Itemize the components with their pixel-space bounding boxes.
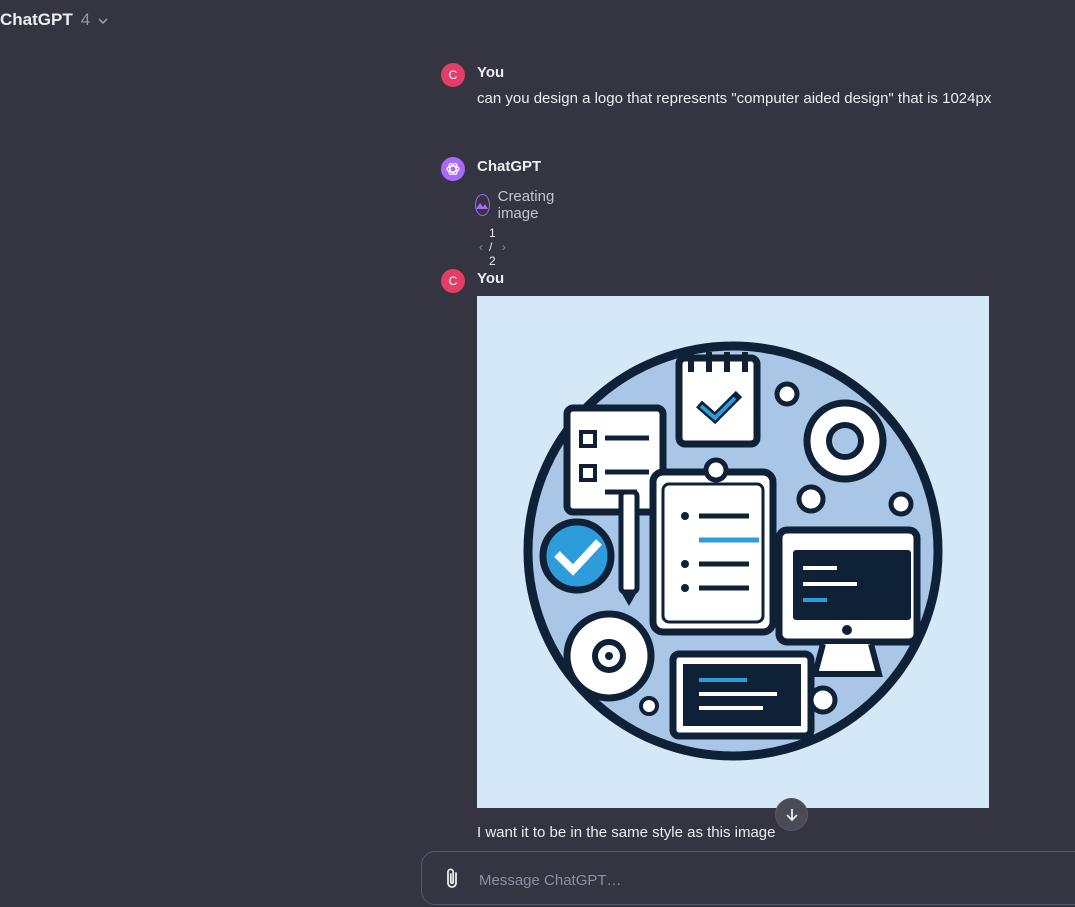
cad-logo-image	[477, 296, 989, 808]
message-text: I want it to be in the same style as thi…	[477, 824, 776, 841]
message-author: ChatGPT	[477, 158, 542, 175]
arrow-down-icon	[785, 808, 798, 821]
image-icon	[475, 194, 490, 216]
message-input[interactable]	[477, 866, 1041, 894]
model-version: 4	[80, 10, 91, 29]
chatgpt-avatar	[441, 157, 465, 181]
status-label: Creating image	[497, 188, 555, 222]
model-switcher[interactable]: ChatGPT 4	[0, 10, 109, 30]
model-name: ChatGPT	[0, 10, 73, 29]
message-composer	[421, 851, 1075, 905]
message-text: can you design a logo that represents "c…	[477, 90, 992, 107]
user-avatar: C	[441, 63, 465, 87]
paperclip-icon[interactable]	[440, 867, 464, 891]
image-generation-status: Creating image	[475, 188, 562, 222]
chevron-right-icon[interactable]: ›	[502, 240, 506, 254]
chevron-down-icon	[98, 18, 108, 25]
chevron-left-icon[interactable]: ‹	[479, 240, 483, 254]
user-avatar: C	[441, 269, 465, 293]
pager-count: 1 / 2	[489, 226, 496, 268]
message-author: You	[477, 64, 505, 81]
message-author: You	[477, 270, 505, 287]
attached-image[interactable]	[477, 296, 989, 808]
openai-logo-icon	[446, 162, 460, 176]
response-pager: ‹ 1 / 2 ›	[479, 226, 506, 268]
scroll-to-bottom-button[interactable]	[775, 798, 808, 831]
